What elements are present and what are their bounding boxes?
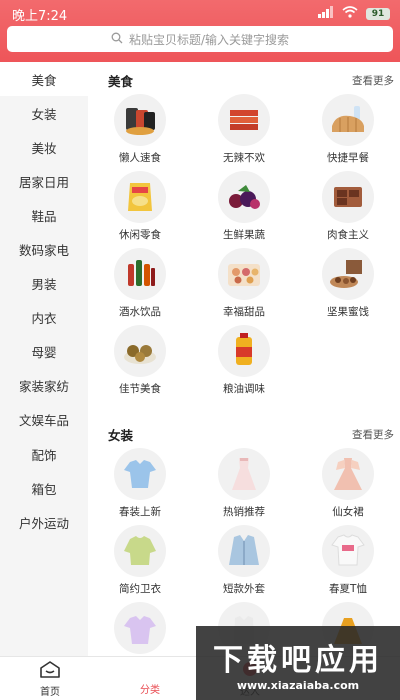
category-tile[interactable]: 简约卫衣 — [88, 525, 192, 602]
section-header: 美食 查看更多 — [88, 66, 400, 94]
home-icon — [39, 660, 61, 681]
category-tile[interactable]: 休闲零食 — [88, 171, 192, 248]
category-tile-label: 酒水饮品 — [119, 306, 161, 318]
category-grid: 懒人速食 无辣不欢 快捷早餐休闲零食 生鲜果蔬 肉食主义酒水饮品 幸福甜品 坚果蜜饯佳节美食… — [88, 94, 400, 402]
category-tile[interactable]: 热销推荐 — [192, 448, 296, 525]
category-tile[interactable]: 粮油调味 — [192, 325, 296, 402]
mooncake-icon — [114, 325, 166, 377]
sidebar-item[interactable]: 男装 — [0, 267, 88, 301]
spicy-food-icon — [218, 94, 270, 146]
sidebar-item[interactable]: 母婴 — [0, 335, 88, 369]
snack-bag-icon — [114, 171, 166, 223]
section-title: 美食 — [108, 73, 134, 89]
category-tile[interactable]: 仙女裙 — [296, 448, 400, 525]
signal-icon — [318, 6, 334, 22]
category-tile[interactable]: 懒人速食 — [88, 94, 192, 171]
category-tile-label: 生鲜果蔬 — [223, 229, 265, 241]
category-tile-label: 粮油调味 — [223, 383, 265, 395]
wifi-icon — [342, 6, 358, 22]
instant-food-icon — [114, 94, 166, 146]
blouse-icon — [114, 448, 166, 500]
category-tile-label: 无辣不欢 — [223, 152, 265, 164]
nuts-icon — [322, 248, 374, 300]
watermark-url: www.xiazaiaba.com — [236, 678, 360, 692]
meat-icon — [322, 171, 374, 223]
status-bar: 晚上7:24 91 — [0, 0, 400, 28]
sidebar-item[interactable]: 箱包 — [0, 471, 88, 505]
sidebar-item[interactable]: 数码家电 — [0, 232, 88, 266]
category-tile[interactable] — [88, 602, 192, 656]
sidebar-item[interactable]: 美妆 — [0, 130, 88, 164]
section-title: 女装 — [108, 427, 134, 443]
bread-icon — [322, 94, 374, 146]
category-tile[interactable]: 佳节美食 — [88, 325, 192, 402]
tab-category[interactable]: 分类 — [100, 657, 200, 700]
sidebar-item[interactable]: 鞋品 — [0, 198, 88, 232]
hoodie-icon — [114, 525, 166, 577]
category-tile[interactable]: 坚果蜜饯 — [296, 248, 400, 325]
category-grid: 春装上新 热销推荐 仙女裙简约卫衣 短款外套 春夏T恤 — [88, 448, 400, 656]
watermark-logo: 下载吧应用 www.xiazaiaba.com — [196, 626, 400, 700]
dress-icon — [218, 448, 270, 500]
section-header: 女装 查看更多 — [88, 420, 400, 448]
category-tile-label: 休闲零食 — [119, 229, 161, 241]
sidebar-item[interactable]: 家装家纺 — [0, 369, 88, 403]
category-tile[interactable]: 快捷早餐 — [296, 94, 400, 171]
category-tile-label: 幸福甜品 — [223, 306, 265, 318]
dessert-box-icon — [218, 248, 270, 300]
category-tile-label: 懒人速食 — [119, 152, 161, 164]
sidebar-item[interactable]: 文娱车品 — [0, 403, 88, 437]
oil-bottle-icon — [218, 325, 270, 377]
category-tile-label: 简约卫衣 — [119, 583, 161, 595]
tab-category-label: 分类 — [140, 685, 160, 696]
jacket-icon — [218, 525, 270, 577]
sidebar-item[interactable]: 居家日用 — [0, 164, 88, 198]
sidebar-item[interactable]: 配饰 — [0, 437, 88, 471]
category-tile-label: 坚果蜜饯 — [327, 306, 369, 318]
category-tile-label: 快捷早餐 — [327, 152, 369, 164]
bottles-icon — [114, 248, 166, 300]
blouse-lilac-icon — [114, 602, 166, 654]
app-header: 晚上7:24 91 粘贴宝贝标题/输入关键字搜索 — [0, 0, 400, 62]
category-tile[interactable]: 短款外套 — [192, 525, 296, 602]
tshirt-icon — [322, 525, 374, 577]
watermark-text: 下载吧应用 — [213, 642, 383, 678]
category-tile-label: 春夏T恤 — [329, 583, 367, 595]
sidebar-item[interactable]: 美食 — [0, 62, 88, 97]
tab-home-label: 首页 — [40, 686, 60, 698]
category-tile-label: 仙女裙 — [332, 506, 364, 518]
category-tile[interactable]: 幸福甜品 — [192, 248, 296, 325]
sidebar-item[interactable]: 内衣 — [0, 301, 88, 335]
tab-home[interactable]: 首页 — [0, 657, 100, 700]
category-tile-label: 春装上新 — [119, 506, 161, 518]
fairy-dress-icon — [322, 448, 374, 500]
category-content: 美食 查看更多 懒人速食 无辣不欢 快捷早餐 休闲零食 生鲜果蔬 肉食主义 酒水饮品 幸福甜品 坚果… — [88, 62, 400, 656]
category-tile[interactable]: 春装上新 — [88, 448, 192, 525]
category-tile[interactable]: 酒水饮品 — [88, 248, 192, 325]
category-tile-label: 肉食主义 — [327, 229, 369, 241]
view-more-link[interactable]: 查看更多 — [352, 427, 394, 442]
category-tile[interactable]: 生鲜果蔬 — [192, 171, 296, 248]
search-input[interactable]: 粘贴宝贝标题/输入关键字搜索 — [7, 26, 393, 52]
battery-icon: 91 — [366, 8, 390, 20]
category-tile-label: 短款外套 — [223, 583, 265, 595]
search-placeholder: 粘贴宝贝标题/输入关键字搜索 — [128, 32, 290, 47]
status-time: 晚上7:24 — [12, 8, 68, 24]
category-tile-label: 热销推荐 — [223, 506, 265, 518]
sidebar-item[interactable]: 户外运动 — [0, 505, 88, 539]
category-tile[interactable]: 无辣不欢 — [192, 94, 296, 171]
sidebar-item[interactable]: 女装 — [0, 96, 88, 130]
category-tile-label: 佳节美食 — [119, 383, 161, 395]
category-sidebar: 美食 女装 美妆 居家日用 鞋品 数码家电 男装 内衣 母婴 家装家纺 文娱车品 配饰 箱包 户外运动 — [0, 62, 88, 656]
category-tile[interactable]: 肉食主义 — [296, 171, 400, 248]
search-icon — [111, 32, 123, 47]
view-more-link[interactable]: 查看更多 — [352, 73, 394, 88]
category-tile[interactable]: 春夏T恤 — [296, 525, 400, 602]
fruits-icon — [218, 171, 270, 223]
